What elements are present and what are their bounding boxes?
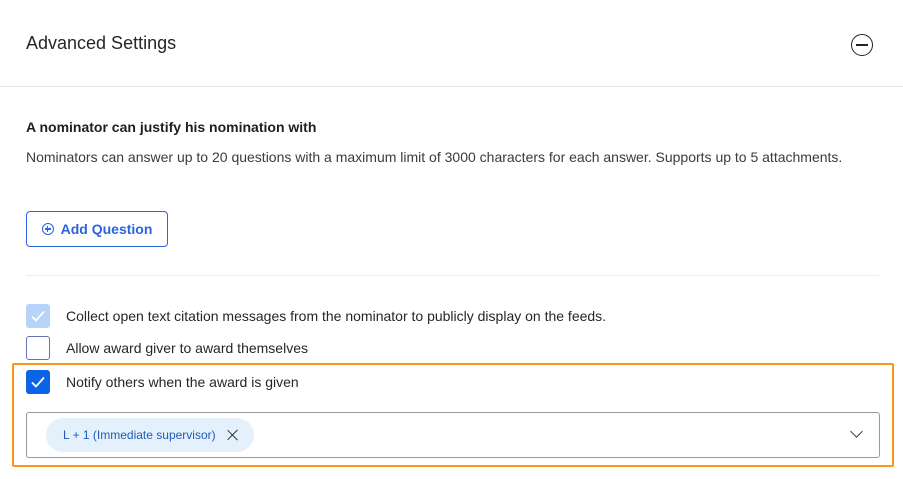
- divider: [26, 275, 879, 276]
- check-icon: [31, 376, 45, 388]
- plus-circle-icon: [41, 223, 54, 235]
- collect-citation-label: Collect open text citation messages from…: [66, 308, 607, 324]
- page-title: Advanced Settings: [26, 33, 177, 53]
- notify-others-checkbox[interactable]: [26, 370, 50, 394]
- collect-citation-checkbox: [26, 304, 50, 328]
- self-award-checkbox[interactable]: [26, 336, 50, 360]
- add-question-button[interactable]: Add Question: [26, 211, 168, 247]
- minus-circle-icon[interactable]: [851, 34, 873, 56]
- section-description: Nominators can answer up to 20 questions…: [26, 149, 843, 165]
- recipient-chip: L + 1 (Immediate supervisor): [46, 418, 254, 452]
- add-question-label: Add Question: [60, 221, 153, 237]
- option-notify-others: Notify others when the award is given: [26, 370, 299, 394]
- recipient-chip-label: L + 1 (Immediate supervisor): [63, 428, 216, 442]
- self-award-label: Allow award giver to award themselves: [66, 340, 308, 356]
- close-icon[interactable]: [227, 429, 239, 441]
- notify-others-label: Notify others when the award is given: [66, 374, 299, 390]
- section-title: A nominator can justify his nomination w…: [26, 119, 317, 135]
- settings-header: Advanced Settings: [0, 0, 903, 87]
- chevron-down-icon[interactable]: [850, 425, 863, 438]
- notify-recipients-select[interactable]: L + 1 (Immediate supervisor): [26, 412, 880, 458]
- check-icon: [31, 310, 45, 322]
- option-self-award: Allow award giver to award themselves: [26, 336, 308, 360]
- option-collect-citation: Collect open text citation messages from…: [26, 304, 606, 328]
